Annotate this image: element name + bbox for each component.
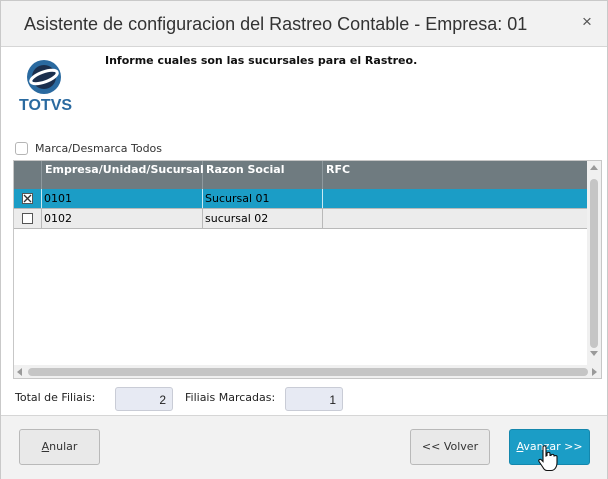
table-row[interactable]: 0101 Sucursal 01 — [14, 189, 587, 209]
scroll-up-arrow-icon[interactable] — [590, 165, 598, 170]
horizontal-scroll-thumb[interactable] — [28, 368, 588, 376]
row-checkbox-cell[interactable] — [14, 209, 42, 228]
mark-all-checkbox-box[interactable] — [15, 141, 28, 155]
next-button[interactable]: Avanzar >> — [509, 429, 590, 465]
instruction-text: Informe cuales son las sucursales para e… — [105, 54, 418, 67]
table-row[interactable]: 0102 sucursal 02 — [14, 209, 587, 229]
checked-x-icon — [23, 194, 32, 203]
vertical-scroll-thumb[interactable] — [590, 179, 598, 348]
column-header-empresa[interactable]: Empresa/Unidad/Sucursal — [42, 161, 204, 189]
cell-rfc — [323, 209, 587, 228]
vertical-scrollbar[interactable] — [587, 161, 601, 365]
total-branches-label: Total de Filiais: — [15, 391, 96, 404]
cell-razon-social: sucursal 02 — [203, 209, 323, 228]
mark-all-label: Marca/Desmarca Todos — [35, 141, 163, 155]
cancel-button[interactable]: Anular — [19, 429, 100, 465]
cell-empresa: 0102 — [42, 209, 203, 228]
scroll-right-arrow-icon[interactable] — [592, 368, 597, 376]
cell-rfc — [323, 189, 587, 208]
mark-all-checkbox[interactable]: Marca/Desmarca Todos — [15, 141, 162, 155]
column-header-razon-social[interactable]: Razon Social — [203, 161, 323, 189]
horizontal-scrollbar[interactable] — [14, 365, 601, 378]
row-checkbox[interactable] — [22, 193, 33, 204]
column-header-rfc[interactable]: RFC — [323, 161, 587, 189]
title-bar: Asistente de configuracion del Rastreo C… — [1, 1, 607, 47]
scroll-left-arrow-icon[interactable] — [17, 368, 22, 376]
total-branches-field: 2 — [115, 387, 173, 411]
cell-razon-social: Sucursal 01 — [203, 189, 323, 208]
scroll-down-arrow-icon[interactable] — [590, 351, 598, 356]
logo-text: TOTVS — [19, 97, 73, 114]
header-checkbox-column — [14, 161, 42, 189]
button-bar: Anular << Volver Avanzar >> — [1, 415, 607, 479]
back-button[interactable]: << Volver — [410, 429, 490, 465]
row-checkbox[interactable] — [22, 213, 33, 224]
marked-branches-field: 1 — [285, 387, 343, 411]
close-icon[interactable]: × — [579, 12, 595, 32]
row-checkbox-cell[interactable] — [14, 189, 42, 208]
wizard-dialog: Asistente de configuracion del Rastreo C… — [0, 0, 608, 479]
dialog-title: Asistente de configuracion del Rastreo C… — [24, 14, 528, 34]
marked-branches-label: Filiais Marcadas: — [185, 391, 276, 404]
branches-table: Empresa/Unidad/Sucursal Razon Social RFC… — [13, 160, 602, 379]
table-header: Empresa/Unidad/Sucursal Razon Social RFC — [14, 161, 587, 189]
cell-empresa: 0101 — [42, 189, 203, 208]
